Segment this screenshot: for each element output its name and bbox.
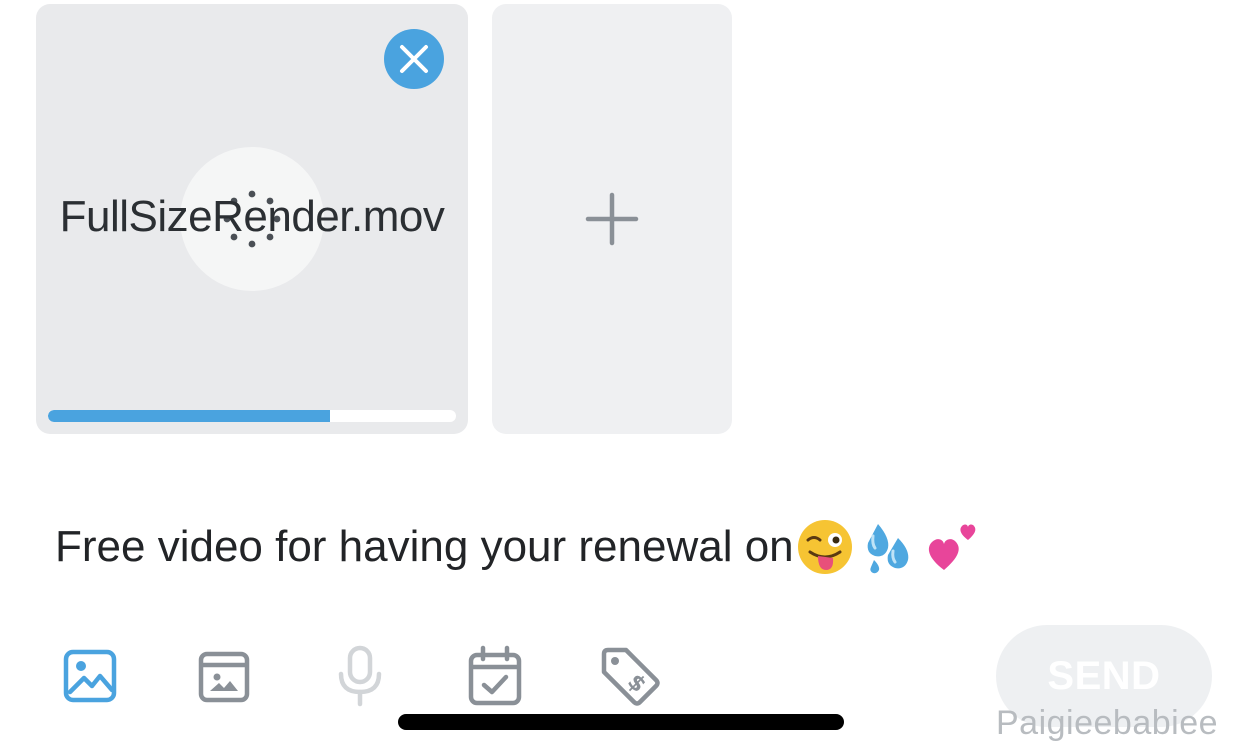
add-media-button[interactable]: [492, 4, 732, 434]
caption-label: Free video for having your renewal on: [55, 522, 794, 571]
sweat-droplets-icon: [867, 524, 908, 574]
calendar-check-icon: [468, 645, 522, 706]
schedule-button[interactable]: [463, 644, 527, 708]
microphone-icon: [338, 645, 382, 707]
caption-emojis: [796, 518, 988, 576]
post-composer: FullSizeRender.mov Free video for having…: [0, 0, 1242, 752]
media-upload-card[interactable]: FullSizeRender.mov: [36, 4, 468, 434]
two-hearts-icon: [928, 524, 975, 570]
voice-message-button[interactable]: [328, 644, 392, 708]
vault-icon: [198, 651, 250, 703]
set-price-button[interactable]: $: [598, 644, 662, 708]
price-tag-icon: $: [601, 647, 660, 706]
remove-media-button[interactable]: [384, 29, 444, 89]
upload-progress-bar: [48, 410, 456, 422]
watermark: Paigieebabiee: [996, 704, 1219, 742]
plus-icon: [585, 192, 639, 246]
winking-face-emoji-icon: [797, 520, 852, 574]
file-name: FullSizeRender.mov: [59, 192, 445, 241]
media-gallery-button[interactable]: [58, 644, 122, 708]
image-icon: [63, 649, 117, 703]
vault-button[interactable]: [192, 644, 256, 708]
upload-progress-fill: [48, 410, 330, 422]
close-icon: [400, 45, 428, 73]
home-indicator: [398, 714, 844, 730]
caption-text[interactable]: Free video for having your renewal on: [55, 518, 988, 576]
